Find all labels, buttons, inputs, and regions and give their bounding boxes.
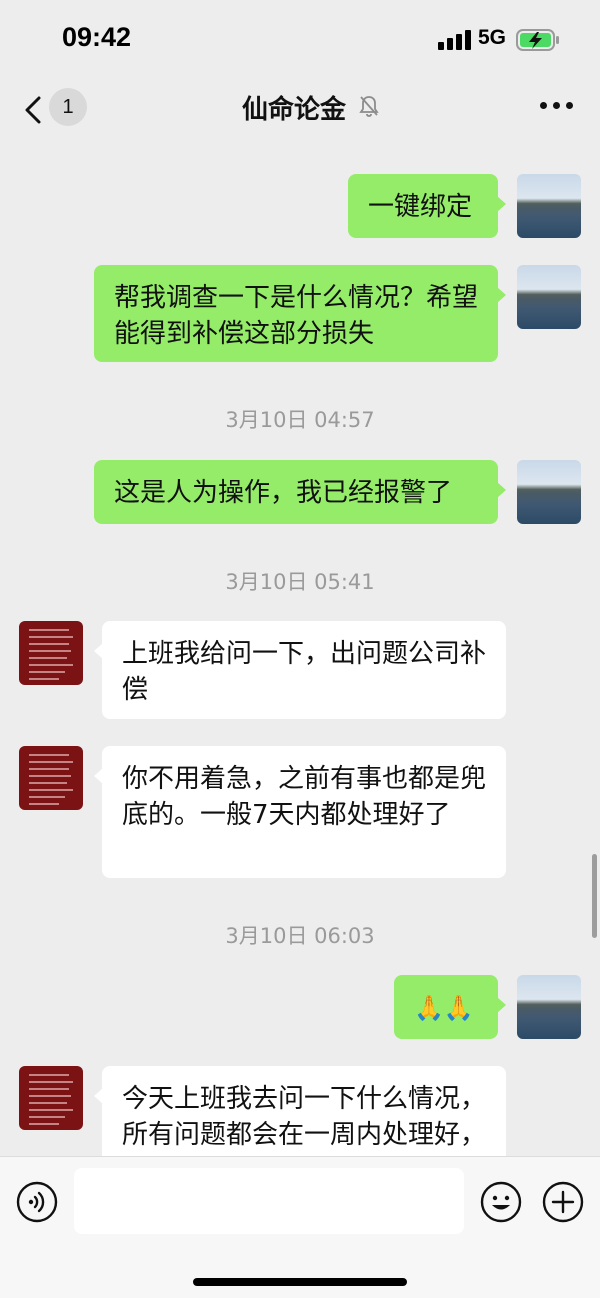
- chat-message-list[interactable]: 一键绑定 帮我调查一下是什么情况？希望能得到补偿这部分损失 3月10日 04:5…: [0, 140, 600, 1156]
- message-bubble-self[interactable]: 这是人为操作，我已经报警了: [94, 460, 506, 524]
- input-bar: [0, 1156, 600, 1298]
- status-time: 09:42: [62, 22, 132, 52]
- home-indicator[interactable]: [193, 1278, 407, 1286]
- scrollbar[interactable]: [592, 854, 597, 938]
- message-bubble-self[interactable]: 帮我调查一下是什么情况？希望能得到补偿这部分损失: [94, 265, 506, 362]
- more-dots-icon[interactable]: [540, 102, 574, 112]
- voice-icon[interactable]: [16, 1181, 58, 1223]
- signal-icon: [438, 30, 472, 50]
- self-avatar[interactable]: [517, 174, 581, 238]
- emoji-icon[interactable]: [480, 1181, 522, 1223]
- contact-avatar[interactable]: [19, 621, 83, 685]
- chat-title: 仙命论金: [242, 95, 347, 125]
- bell-muted-icon: [358, 94, 380, 118]
- contact-avatar[interactable]: [19, 1066, 83, 1130]
- message-bubble-self[interactable]: 🙏🙏: [394, 975, 506, 1039]
- timestamp: 3月10日 05:41: [225, 570, 375, 594]
- self-avatar[interactable]: [517, 975, 581, 1039]
- battery-charging-icon: [516, 28, 560, 52]
- message-bubble-other[interactable]: 你不用着急，之前有事也都是兜底的。一般7天内都处理好了: [94, 746, 506, 878]
- contact-avatar[interactable]: [19, 746, 83, 810]
- timestamp: 3月10日 04:57: [225, 408, 375, 432]
- message-bubble-self[interactable]: 一键绑定: [348, 174, 506, 238]
- chat-header: 1 仙命论金: [0, 80, 600, 140]
- status-bar: 09:42 5G: [0, 0, 600, 80]
- timestamp: 3月10日 06:03: [225, 924, 375, 948]
- message-bubble-other[interactable]: 上班我给问一下，出问题公司补偿: [94, 621, 506, 719]
- plus-icon[interactable]: [542, 1181, 584, 1223]
- unread-count-badge[interactable]: 1: [49, 88, 87, 126]
- message-bubble-other[interactable]: 今天上班我去问一下什么情况，所有问题都会在一周内处理好，请不要着急: [94, 1066, 506, 1156]
- message-input[interactable]: [74, 1168, 464, 1234]
- network-type: 5G: [478, 26, 507, 49]
- self-avatar[interactable]: [517, 460, 581, 524]
- self-avatar[interactable]: [517, 265, 581, 329]
- chevron-left-icon[interactable]: [20, 90, 48, 130]
